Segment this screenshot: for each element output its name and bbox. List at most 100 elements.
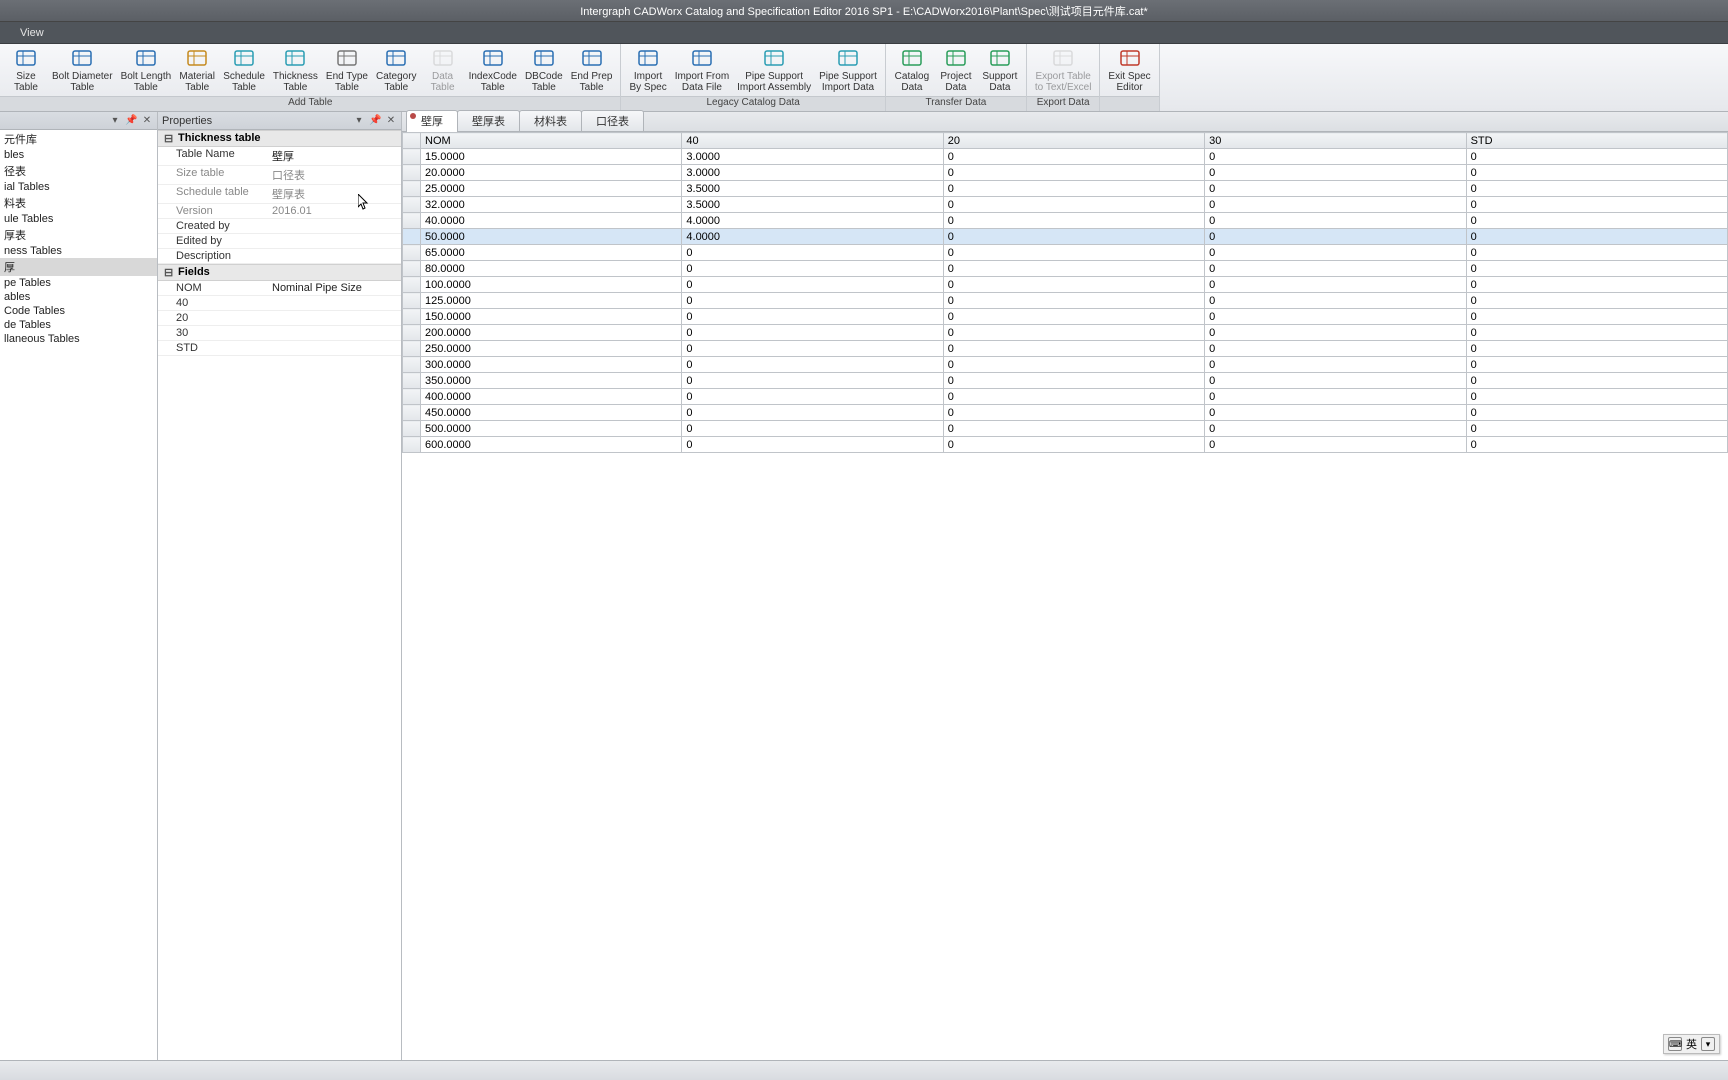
property-row[interactable]: Version2016.01 — [158, 204, 401, 219]
row-header[interactable] — [403, 437, 421, 453]
cell[interactable]: 0 — [1466, 229, 1727, 245]
table-row[interactable]: 350.00000000 — [403, 373, 1728, 389]
tree-item[interactable]: llaneous Tables — [0, 332, 157, 346]
cell[interactable]: 0 — [943, 245, 1204, 261]
property-row[interactable]: Size table口径表 — [158, 166, 401, 185]
cell[interactable]: 0 — [1466, 165, 1727, 181]
row-header[interactable] — [403, 325, 421, 341]
cell[interactable]: 0 — [1205, 373, 1466, 389]
property-value[interactable] — [268, 249, 401, 263]
cell[interactable]: 0 — [943, 149, 1204, 165]
cell[interactable]: 0 — [943, 341, 1204, 357]
cell[interactable]: 350.0000 — [421, 373, 682, 389]
project-data-button[interactable]: ProjectData — [934, 46, 978, 96]
indexcode-table-button[interactable]: IndexCodeTable — [465, 46, 521, 96]
cell[interactable]: 0 — [682, 373, 943, 389]
cell[interactable]: 0 — [943, 277, 1204, 293]
table-row[interactable]: 40.00004.0000000 — [403, 213, 1728, 229]
cell[interactable]: 0 — [1466, 405, 1727, 421]
dropdown-icon[interactable]: ▾ — [109, 115, 121, 127]
row-header[interactable] — [403, 245, 421, 261]
tree-item[interactable]: ables — [0, 290, 157, 304]
tab-材料表[interactable]: 材料表 — [519, 110, 582, 131]
property-row[interactable]: Table Name壁厚 — [158, 147, 401, 166]
table-row[interactable]: 200.00000000 — [403, 325, 1728, 341]
table-row[interactable]: 500.00000000 — [403, 421, 1728, 437]
bolt-diameter-table-button[interactable]: Bolt DiameterTable — [48, 46, 117, 96]
cell[interactable]: 0 — [682, 389, 943, 405]
cell[interactable]: 0 — [1466, 293, 1727, 309]
tree-item[interactable]: ness Tables — [0, 244, 157, 258]
tree-item[interactable]: de Tables — [0, 318, 157, 332]
cell[interactable]: 0 — [1205, 277, 1466, 293]
cell[interactable]: 40.0000 — [421, 213, 682, 229]
cell[interactable]: 0 — [1466, 373, 1727, 389]
import-assembly-button[interactable]: Pipe SupportImport Assembly — [733, 46, 815, 96]
cell[interactable]: 0 — [943, 229, 1204, 245]
table-row[interactable]: 32.00003.5000000 — [403, 197, 1728, 213]
cell[interactable]: 450.0000 — [421, 405, 682, 421]
tree-item[interactable]: 径表 — [0, 162, 157, 180]
cell[interactable]: 15.0000 — [421, 149, 682, 165]
row-header[interactable] — [403, 165, 421, 181]
row-header[interactable] — [403, 389, 421, 405]
cell[interactable]: 80.0000 — [421, 261, 682, 277]
cell[interactable]: 0 — [682, 309, 943, 325]
table-row[interactable]: 150.00000000 — [403, 309, 1728, 325]
schedule-table-button[interactable]: ScheduleTable — [219, 46, 269, 96]
end-type-table-button[interactable]: End TypeTable — [322, 46, 372, 96]
cell[interactable]: 0 — [943, 261, 1204, 277]
cell[interactable]: 0 — [1205, 181, 1466, 197]
table-row[interactable]: 250.00000000 — [403, 341, 1728, 357]
cell[interactable]: 0 — [1205, 149, 1466, 165]
column-header[interactable]: 30 — [1205, 133, 1466, 149]
menu-view[interactable]: View — [10, 25, 54, 41]
tree-item[interactable]: ule Tables — [0, 212, 157, 226]
cell[interactable]: 0 — [1205, 197, 1466, 213]
cell[interactable]: 0 — [682, 277, 943, 293]
collapse-icon[interactable]: ⊟ — [164, 132, 178, 145]
cell[interactable]: 0 — [943, 309, 1204, 325]
table-row[interactable]: 300.00000000 — [403, 357, 1728, 373]
table-row[interactable]: 400.00000000 — [403, 389, 1728, 405]
cell[interactable]: 0 — [943, 197, 1204, 213]
tree-item[interactable]: 厚表 — [0, 226, 157, 244]
tree-item[interactable]: bles — [0, 148, 157, 162]
row-header[interactable] — [403, 181, 421, 197]
cell[interactable]: 32.0000 — [421, 197, 682, 213]
ime-mode-icon[interactable]: ⌨ — [1668, 1037, 1682, 1051]
row-header[interactable] — [403, 341, 421, 357]
property-row[interactable]: Schedule table壁厚表 — [158, 185, 401, 204]
cell[interactable]: 150.0000 — [421, 309, 682, 325]
ime-lang[interactable]: 英 — [1686, 1036, 1697, 1052]
tree-item[interactable]: pe Tables — [0, 276, 157, 290]
cell[interactable]: 0 — [1466, 341, 1727, 357]
property-row[interactable]: NOMNominal Pipe Size — [158, 281, 401, 296]
cell[interactable]: 0 — [1205, 213, 1466, 229]
close-icon[interactable]: ✕ — [141, 115, 153, 127]
cell[interactable]: 0 — [682, 293, 943, 309]
cell[interactable]: 300.0000 — [421, 357, 682, 373]
property-value[interactable] — [268, 234, 401, 248]
data-grid[interactable]: NOM402030STD15.00003.000000020.00003.000… — [402, 132, 1728, 1060]
cell[interactable]: 20.0000 — [421, 165, 682, 181]
row-header[interactable] — [403, 277, 421, 293]
property-row[interactable]: 20 — [158, 311, 401, 326]
column-header[interactable]: NOM — [421, 133, 682, 149]
cell[interactable]: 0 — [1466, 357, 1727, 373]
pin-icon[interactable]: 📌 — [369, 115, 381, 127]
cell[interactable]: 0 — [682, 405, 943, 421]
table-row[interactable]: 100.00000000 — [403, 277, 1728, 293]
material-table-button[interactable]: MaterialTable — [175, 46, 219, 96]
catalog-data-button[interactable]: CatalogData — [890, 46, 934, 96]
cell[interactable]: 0 — [1205, 437, 1466, 453]
cell[interactable]: 0 — [943, 437, 1204, 453]
property-value[interactable]: 口径表 — [268, 166, 401, 184]
cell[interactable]: 0 — [682, 357, 943, 373]
end-prep-table-button[interactable]: End PrepTable — [567, 46, 617, 96]
cell[interactable]: 0 — [943, 181, 1204, 197]
cell[interactable]: 0 — [1205, 245, 1466, 261]
row-header[interactable] — [403, 421, 421, 437]
cell[interactable]: 0 — [1466, 181, 1727, 197]
cell[interactable]: 3.5000 — [682, 181, 943, 197]
